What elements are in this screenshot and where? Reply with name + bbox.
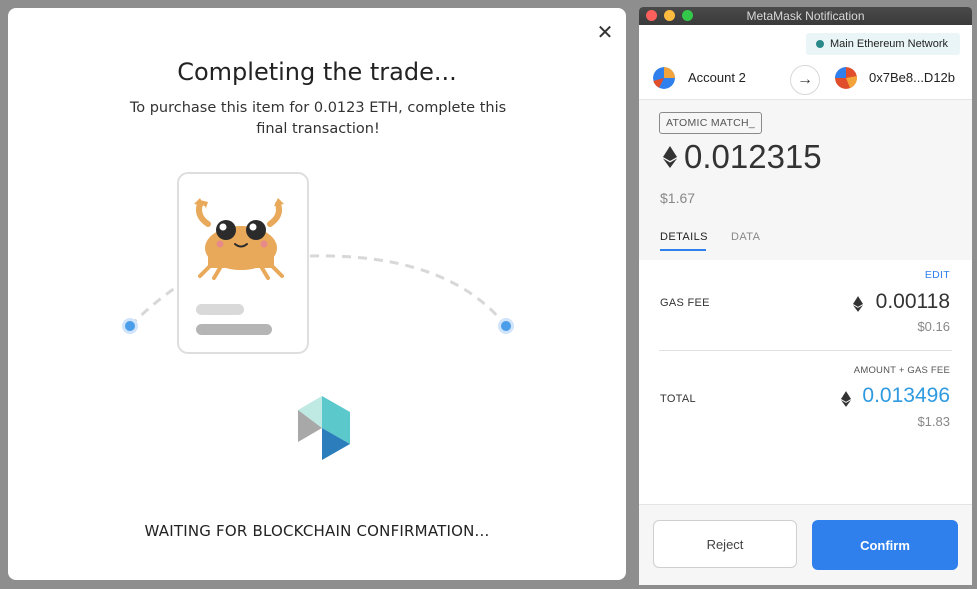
node-left-icon <box>122 318 138 334</box>
total-fiat: $1.83 <box>917 414 950 429</box>
waiting-status: WAITING FOR BLOCKCHAIN CONFIRMATION... <box>144 522 490 540</box>
ethereum-diamond-icon <box>853 296 863 312</box>
recipient-address[interactable]: 0x7Be8...D12b <box>869 70 955 85</box>
recipient-avatar-icon <box>835 67 857 89</box>
total-label: TOTAL <box>660 393 696 405</box>
accounts-row: Account 2 → 0x7Be8...D12b <box>639 57 972 100</box>
node-right-icon <box>498 318 514 334</box>
from-account-name: Account 2 <box>688 70 746 85</box>
card-placeholder-short <box>196 304 244 315</box>
opensea-cube-logo <box>298 396 350 460</box>
ethereum-diamond-icon <box>841 391 851 407</box>
action-footer: Reject Confirm <box>639 504 972 585</box>
active-tab-indicator <box>660 249 706 251</box>
ethereum-diamond-icon <box>663 146 677 168</box>
from-account-avatar-icon <box>653 67 675 89</box>
amount-plus-gas-label: AMOUNT + GAS FEE <box>853 365 950 376</box>
tab-details[interactable]: DETAILS <box>660 231 708 243</box>
tab-data[interactable]: DATA <box>731 231 760 243</box>
card-placeholder-long <box>196 324 272 335</box>
divider <box>659 350 952 351</box>
reject-button[interactable]: Reject <box>653 520 797 568</box>
network-label: Main Ethereum Network <box>830 38 948 50</box>
eth-amount: 0.012315 <box>684 138 822 175</box>
trade-modal: ✕ Completing the trade... To purchase th… <box>8 8 626 580</box>
confirm-button[interactable]: Confirm <box>812 520 958 570</box>
method-badge: ATOMIC MATCH_ <box>659 112 763 134</box>
fiat-amount: $1.67 <box>660 190 696 206</box>
transaction-summary: ATOMIC MATCH_ 0.012315 $1.67 DETAILS DAT… <box>639 100 972 260</box>
edit-gas-link[interactable]: EDIT <box>925 269 950 281</box>
total-eth: 0.013496 <box>862 384 950 407</box>
gas-fee-label: GAS FEE <box>660 297 710 309</box>
metamask-notification-window: MetaMask Notification Main Ethereum Netw… <box>639 7 972 585</box>
trade-illustration <box>122 172 514 460</box>
arrow-right-icon: → <box>790 65 820 95</box>
dashed-path-right <box>309 254 508 327</box>
window-titlebar: MetaMask Notification <box>639 7 972 25</box>
gas-fee-fiat: $0.16 <box>917 319 950 334</box>
network-indicator[interactable]: Main Ethereum Network <box>806 33 960 55</box>
network-status-dot-icon <box>816 40 824 48</box>
gas-fee-eth: 0.00118 <box>875 290 950 313</box>
window-title: MetaMask Notification <box>746 9 865 23</box>
